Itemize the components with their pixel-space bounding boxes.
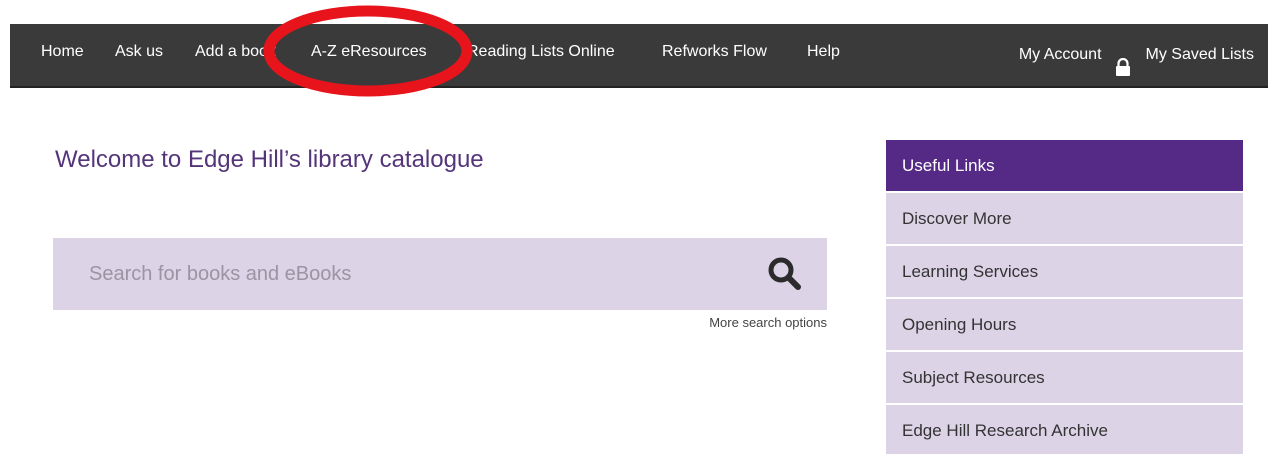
top-navigation: Home Ask us Add a book A-Z eResources Re… [10,24,1268,88]
link-discover-more[interactable]: Discover More [886,193,1243,244]
search-input[interactable] [53,238,753,310]
link-edge-hill-research-archive[interactable]: Edge Hill Research Archive [886,405,1243,454]
nav-help[interactable]: Help [807,24,840,86]
search-bar [53,238,827,310]
useful-links-header: Useful Links [886,140,1243,191]
nav-home[interactable]: Home [41,24,84,86]
lock-icon [1114,44,1132,76]
nav-reading-lists-online[interactable]: Reading Lists Online [467,24,615,86]
page: Home Ask us Add a book A-Z eResources Re… [0,0,1268,454]
nav-refworks-flow[interactable]: Refworks Flow [662,24,767,86]
link-subject-resources[interactable]: Subject Resources [886,352,1243,403]
more-search-options-link[interactable]: More search options [709,315,827,330]
useful-links-panel: Useful Links Discover More Learning Serv… [886,140,1243,454]
nav-add-a-book[interactable]: Add a book [195,24,276,86]
link-learning-services[interactable]: Learning Services [886,246,1243,297]
my-saved-lists-link[interactable]: My Saved Lists [1146,27,1254,83]
search-icon [768,257,801,290]
link-opening-hours[interactable]: Opening Hours [886,299,1243,350]
search-button[interactable] [765,254,805,294]
nav-ask-us[interactable]: Ask us [115,24,163,86]
nav-az-eresources[interactable]: A-Z eResources [311,24,427,86]
account-area: My Account My Saved Lists [1019,24,1254,86]
page-title: Welcome to Edge Hill’s library catalogue [55,146,484,173]
my-account-link[interactable]: My Account [1019,27,1102,83]
